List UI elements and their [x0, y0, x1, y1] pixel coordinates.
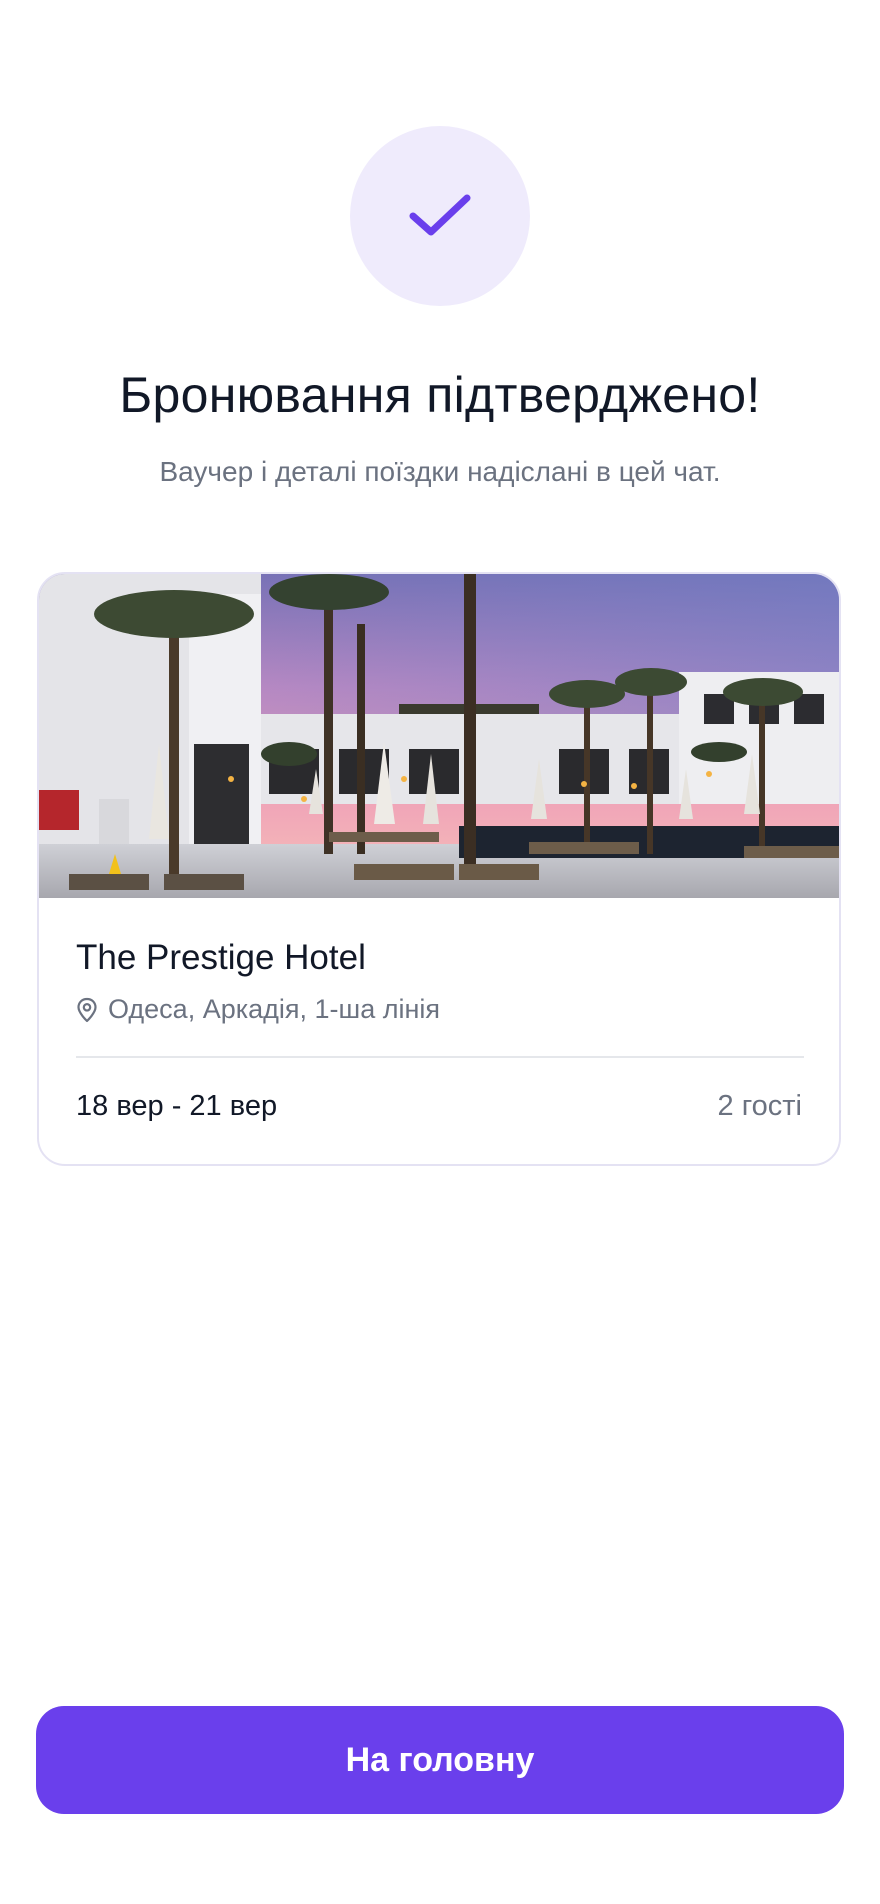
page-title: Бронювання підтверджено!	[119, 367, 761, 423]
map-pin-icon	[77, 997, 97, 1022]
divider	[76, 1056, 804, 1058]
booking-card[interactable]: The Prestige Hotel Одеса, Аркадія, 1-ша …	[37, 572, 841, 1166]
success-badge	[350, 126, 530, 306]
hotel-name: The Prestige Hotel	[76, 938, 366, 977]
page-subtitle: Ваучер і деталі поїздки надіслані в цей …	[159, 456, 721, 487]
check-icon	[409, 194, 471, 236]
location-text: Одеса, Аркадія, 1-ша лінія	[108, 994, 440, 1024]
guest-count: 2 гості	[717, 1090, 802, 1122]
hotel-location: Одеса, Аркадія, 1-ша лінія	[76, 994, 440, 1025]
booking-dates: 18 вер - 21 вер	[76, 1090, 278, 1122]
home-button[interactable]: На головну	[36, 1706, 844, 1814]
hotel-photo	[39, 574, 839, 898]
